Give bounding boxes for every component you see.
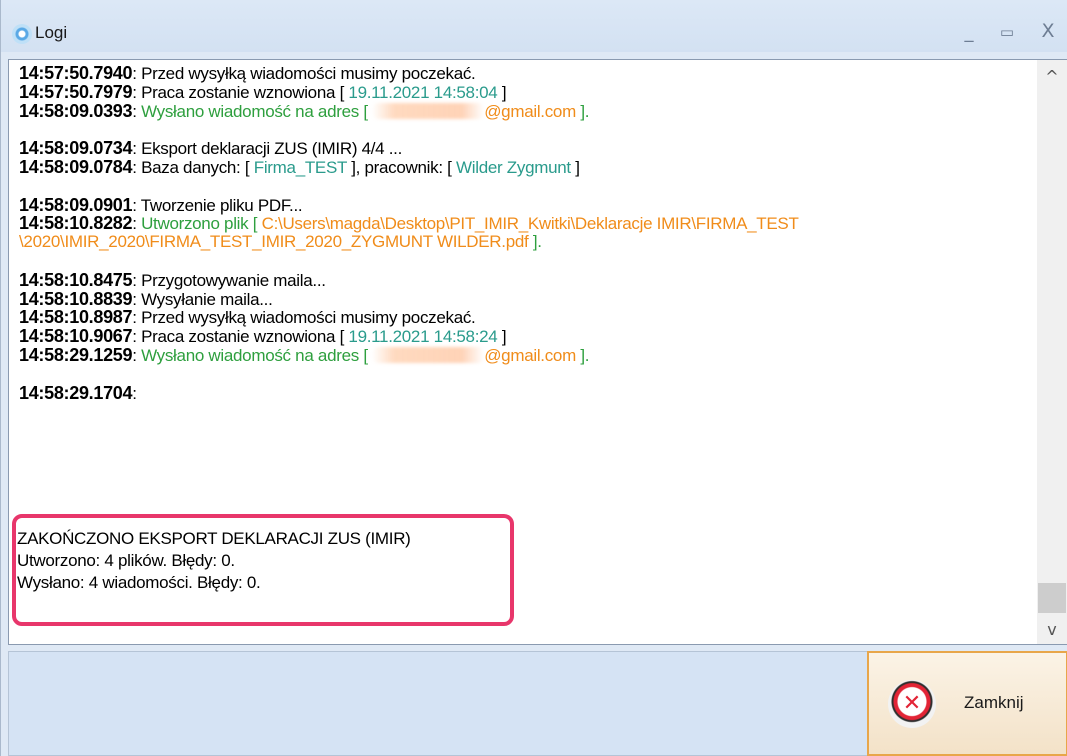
log-text-segment: Firma_TEST (253, 157, 347, 177)
log-line: 14:58:29.1704: (19, 382, 1039, 403)
log-line: 14:58:09.0393: Wysłano wiadomość na adre… (19, 100, 1039, 121)
log-line: 14:58:10.8839: Wysyłanie maila... (19, 288, 1039, 309)
title-bar[interactable]: Logi _ ▭ X (1, 0, 1067, 52)
scroll-down-icon[interactable]: v (1037, 616, 1067, 644)
log-timestamp: 14:57:50.7940 (19, 63, 133, 83)
close-button-label: Zamknij (964, 693, 1024, 712)
close-window-button[interactable]: X (1038, 20, 1058, 42)
log-text-segment: Baza danych: [ (136, 157, 254, 177)
log-text-segment: Tworzenie pliku PDF... (136, 195, 303, 215)
summary-created: Utworzono: 4 plików. Błędy: 0. (17, 551, 235, 570)
log-text-segment: 19.11.2021 14:58:24 (348, 327, 498, 347)
summary-sent: Wysłano: 4 wiadomości. Błędy: 0. (17, 573, 261, 592)
log-text-segment: Przygotowywanie maila... (136, 270, 326, 290)
app-icon (12, 24, 32, 44)
redacted-email-mask (372, 346, 485, 363)
summary-text: ZAKOŃCZONO EKSPORT DEKLARACJI ZUS (IMIR)… (17, 528, 411, 594)
log-line: 14:57:50.7979: Praca zostanie wznowiona … (19, 81, 1039, 102)
log-text-segment: ] (497, 82, 507, 102)
log-text-segment: Przed wysyłką wiadomości musimy poczekać… (136, 308, 476, 328)
logs-window: Logi _ ▭ X 14:57:50.7940: Przed wysyłką … (0, 0, 1067, 756)
log-line: 14:58:10.8475: Przygotowywanie maila... (19, 269, 1039, 290)
log-text-segment: Przed wysyłką wiadomości musimy poczekać… (136, 64, 476, 83)
window-title: Logi (35, 23, 68, 42)
log-timestamp: 14:58:29.1704 (19, 382, 133, 403)
log-line: 14:58:09.0734: Eksport deklaracji ZUS (I… (19, 139, 1039, 158)
log-text-segment: Utworzono plik [ (136, 214, 262, 234)
log-text-segment: ] (570, 157, 580, 177)
bottom-panel (8, 651, 868, 756)
log-text-segment: 19.11.2021 14:58:04 (348, 82, 498, 102)
vertical-scrollbar[interactable]: ^ v (1037, 60, 1067, 644)
log-timestamp: 14:58:10.8475 (19, 269, 133, 290)
log-text-segment: \2020\IMIR_2020\FIRMA_TEST_IMIR_2020_ZYG… (19, 232, 529, 252)
log-blank-line (19, 177, 1039, 196)
log-timestamp: 14:57:50.7979 (19, 81, 133, 102)
log-line: 14:58:09.0784: Baza danych: [ Firma_TEST… (19, 158, 1039, 177)
close-x-icon: ✕ (902, 691, 922, 716)
log-timestamp: 14:58:10.9067 (19, 326, 133, 347)
log-text-segment: Eksport deklaracji ZUS (IMIR) 4/4 ... (136, 139, 403, 159)
maximize-button[interactable]: ▭ (997, 23, 1017, 41)
log-blank-line (19, 120, 1039, 139)
redacted-email-mask (372, 102, 485, 119)
minimize-button[interactable]: _ (959, 22, 979, 43)
log-timestamp: 14:58:29.1259 (19, 344, 133, 365)
close-button[interactable]: ✕ Zamknij (867, 651, 1067, 756)
log-text-segment: ]. (528, 232, 542, 252)
log-line: 14:58:10.8987: Przed wysyłką wiadomości … (19, 308, 1039, 327)
log-line: 14:57:50.7940: Przed wysyłką wiadomości … (19, 64, 1039, 83)
log-text-segment: Wysłano wiadomość na adres [ (136, 101, 373, 121)
log-text-segment: @gmail.com (484, 101, 576, 121)
log-line: 14:58:09.0901: Tworzenie pliku PDF... (19, 194, 1039, 215)
log-timestamp: 14:58:09.0901 (19, 194, 133, 215)
log-timestamp: 14:58:09.0784 (19, 156, 133, 177)
scroll-up-icon[interactable]: ^ (1037, 60, 1067, 88)
log-timestamp: 14:58:10.8987 (19, 307, 133, 328)
log-text-segment: C:\Users\magda\Desktop\PIT_IMIR_Kwitki\D… (261, 214, 799, 234)
log-timestamp: 14:58:10.8839 (19, 288, 133, 309)
log-text-segment: Wysłano wiadomość na adres [ (136, 345, 373, 365)
log-text-segment: ]. (575, 101, 590, 121)
log-blank-line (19, 252, 1039, 271)
log-timestamp: 14:58:10.8282 (19, 213, 133, 234)
log-text-segment: ], pracownik: [ (346, 157, 457, 177)
log-timestamp: 14:58:09.0734 (19, 138, 133, 159)
log-line: \2020\IMIR_2020\FIRMA_TEST_IMIR_2020_ZYG… (19, 232, 1039, 252)
log-separator: : (132, 383, 137, 403)
summary-title: ZAKOŃCZONO EKSPORT DEKLARACJI ZUS (IMIR) (17, 529, 411, 548)
log-text-segment: Praca zostanie wznowiona [ (136, 327, 349, 347)
scroll-thumb[interactable] (1038, 583, 1066, 613)
log-text-segment: ]. (575, 345, 590, 365)
log-text-segment: @gmail.com (484, 345, 576, 365)
log-text-segment: ] (497, 327, 507, 347)
log-text-segment: Praca zostanie wznowiona [ (136, 82, 349, 102)
log-line: 14:58:10.9067: Praca zostanie wznowiona … (19, 327, 1039, 346)
log-text-segment: Wilder Zygmunt (456, 157, 571, 177)
log-line: 14:58:10.8282: Utworzono plik [ C:\Users… (19, 214, 1039, 233)
log-timestamp: 14:58:09.0393 (19, 100, 133, 121)
log-lines: 14:57:50.7940: Przed wysyłką wiadomości … (19, 64, 1039, 403)
log-text-segment: Wysyłanie maila... (136, 289, 273, 309)
log-blank-line (19, 365, 1039, 384)
log-line: 14:58:29.1259: Wysłano wiadomość na adre… (19, 346, 1039, 365)
